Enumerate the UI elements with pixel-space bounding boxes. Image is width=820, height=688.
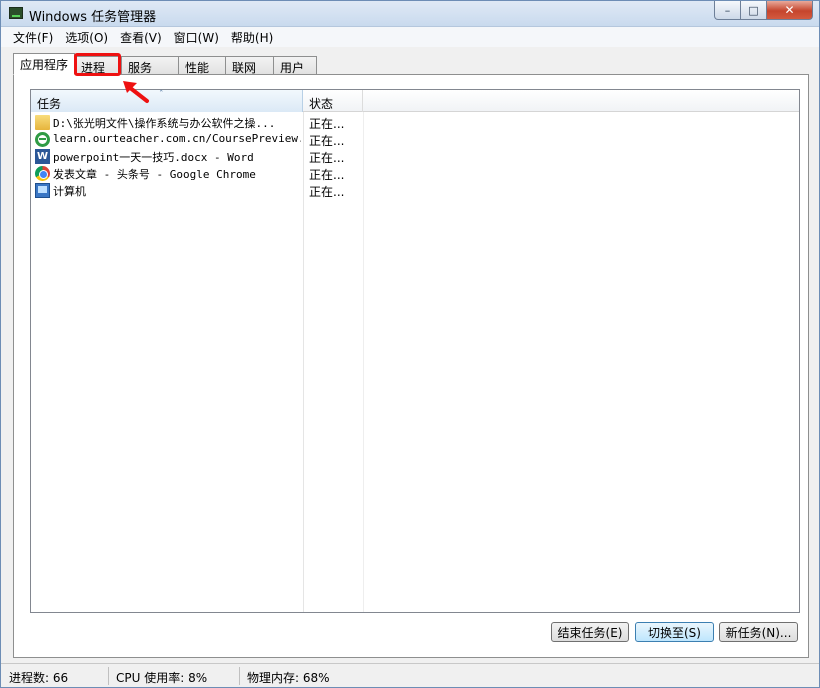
column-header-status[interactable]: 状态 [304, 90, 363, 112]
task-manager-icon [9, 7, 23, 19]
caption-buttons: – □ ✕ [714, 1, 813, 20]
task-name: 计算机 [53, 185, 86, 198]
tab-networking[interactable]: 联网 [225, 56, 275, 75]
table-row[interactable]: W powerpoint一天一技巧.docx - Word 正在... [31, 148, 799, 165]
tab-applications[interactable]: 应用程序 [13, 53, 76, 75]
minimize-button[interactable]: – [714, 1, 741, 20]
status-divider [108, 667, 109, 685]
task-status: 正在... [309, 151, 345, 165]
table-row[interactable]: 计算机 正在... [31, 182, 799, 199]
annotation-arrow-icon [123, 81, 149, 103]
switch-to-button[interactable]: 切换至(S) [635, 622, 714, 642]
task-name: learn.ourteacher.com.cn/CoursePreview... [53, 132, 301, 145]
column-header-task[interactable]: 任务 ˆ [31, 90, 303, 112]
menu-file[interactable]: 文件(F) [7, 29, 59, 46]
task-name: powerpoint一天一技巧.docx - Word [53, 151, 254, 164]
end-task-button[interactable]: 结束任务(E) [551, 622, 629, 642]
close-button[interactable]: ✕ [767, 1, 813, 20]
table-row[interactable]: 发表文章 - 头条号 - Google Chrome 正在... [31, 165, 799, 182]
process-count: 进程数: 66 [9, 671, 69, 685]
new-task-button[interactable]: 新任务(N)... [719, 622, 798, 642]
tab-performance[interactable]: 性能 [178, 56, 227, 75]
task-list[interactable]: 任务 ˆ 状态 D:\张光明文件\操作系统与办公软件之操... 正在... le… [30, 89, 800, 613]
menu-bar: 文件(F) 选项(O) 查看(V) 窗口(W) 帮助(H) [1, 27, 819, 47]
menu-window[interactable]: 窗口(W) [168, 29, 225, 46]
task-status: 正在... [309, 168, 345, 182]
task-status: 正在... [309, 117, 345, 131]
processes-tab-highlight [74, 53, 121, 76]
tab-services[interactable]: 服务 [121, 56, 180, 75]
tab-strip: 应用程序 进程 服务 性能 联网 用户 [13, 53, 318, 75]
column-header-task-label: 任务 [37, 97, 62, 111]
table-row[interactable]: learn.ourteacher.com.cn/CoursePreview...… [31, 131, 799, 148]
menu-view[interactable]: 查看(V) [114, 29, 168, 46]
word-icon: W [35, 149, 50, 164]
memory-usage: 物理内存: 68% [247, 671, 330, 685]
task-manager-window: Windows 任务管理器 – □ ✕ 文件(F) 选项(O) 查看(V) 窗口… [0, 0, 820, 688]
sort-ascending-icon: ˆ [159, 90, 164, 100]
menu-help[interactable]: 帮助(H) [225, 29, 279, 46]
folder-icon [35, 115, 50, 130]
task-name: 发表文章 - 头条号 - Google Chrome [53, 168, 256, 181]
ie-icon [35, 132, 50, 147]
maximize-button[interactable]: □ [741, 1, 767, 20]
status-divider [239, 667, 240, 685]
status-bar: 进程数: 66 CPU 使用率: 8% 物理内存: 68% [1, 663, 819, 687]
title-bar[interactable]: Windows 任务管理器 – □ ✕ [1, 1, 819, 27]
computer-icon [35, 183, 50, 198]
cpu-usage: CPU 使用率: 8% [116, 671, 208, 685]
menu-options[interactable]: 选项(O) [59, 29, 114, 46]
window-title: Windows 任务管理器 [29, 10, 157, 25]
task-name: D:\张光明文件\操作系统与办公软件之操... [53, 117, 276, 130]
chrome-icon [35, 166, 50, 181]
task-status: 正在... [309, 134, 345, 148]
table-row[interactable]: D:\张光明文件\操作系统与办公软件之操... 正在... [31, 114, 799, 131]
task-status: 正在... [309, 185, 345, 199]
tab-users[interactable]: 用户 [273, 56, 318, 75]
